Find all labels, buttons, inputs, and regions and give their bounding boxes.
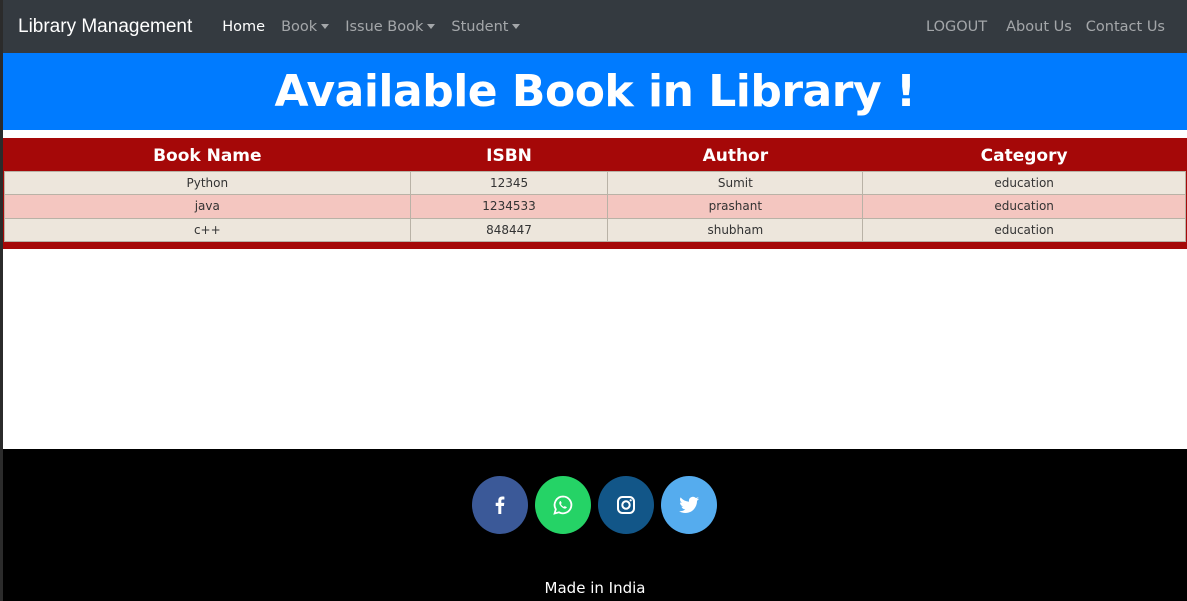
contact-us-link[interactable]: Contact Us bbox=[1079, 19, 1172, 35]
books-table-container: Book Name ISBN Author Category Python 12… bbox=[3, 138, 1187, 249]
whatsapp-button[interactable] bbox=[535, 476, 591, 534]
table-row: Python 12345 Sumit education bbox=[4, 170, 1186, 195]
whatsapp-icon bbox=[553, 495, 573, 515]
header-author: Author bbox=[607, 138, 863, 171]
caret-down-icon bbox=[427, 24, 436, 29]
cell-book-name: java bbox=[4, 194, 411, 219]
cell-author: shubham bbox=[607, 217, 864, 242]
nav-book-dropdown[interactable]: Book bbox=[273, 19, 337, 35]
nav-home[interactable]: Home bbox=[214, 19, 273, 35]
cell-book-name: Python bbox=[4, 170, 411, 195]
nav-book-label: Book bbox=[281, 18, 318, 35]
nav-home-label: Home bbox=[222, 18, 266, 35]
footer: Made in India bbox=[3, 449, 1187, 601]
page: Library Management Home Book Issue Book … bbox=[3, 0, 1187, 601]
nav-student-dropdown[interactable]: Student bbox=[443, 19, 528, 35]
cell-book-name: c++ bbox=[4, 217, 411, 242]
table-header-row: Book Name ISBN Author Category bbox=[4, 138, 1186, 171]
logout-link[interactable]: LOGOUT bbox=[919, 19, 994, 35]
brand-link[interactable]: Library Management bbox=[18, 16, 192, 38]
nav-right: LOGOUT About Us Contact Us bbox=[919, 19, 1172, 35]
nav-left: Home Book Issue Book Student bbox=[214, 19, 528, 35]
cell-author: prashant bbox=[607, 194, 864, 219]
header-isbn: ISBN bbox=[410, 138, 608, 171]
page-banner: Available Book in Library ! bbox=[3, 53, 1187, 130]
page-title: Available Book in Library ! bbox=[274, 66, 916, 117]
made-in-text: Made in India bbox=[544, 579, 646, 597]
instagram-icon bbox=[617, 496, 635, 514]
nav-student-label: Student bbox=[451, 18, 509, 35]
cell-isbn: 1234533 bbox=[409, 194, 609, 219]
books-table: Book Name ISBN Author Category Python 12… bbox=[4, 138, 1186, 242]
cell-category: education bbox=[862, 217, 1186, 242]
cell-isbn: 12345 bbox=[409, 170, 609, 195]
cell-category: education bbox=[862, 170, 1186, 195]
navbar: Library Management Home Book Issue Book … bbox=[3, 0, 1187, 53]
header-book-name: Book Name bbox=[4, 138, 411, 171]
nav-issue-book-dropdown[interactable]: Issue Book bbox=[337, 19, 443, 35]
facebook-button[interactable] bbox=[472, 476, 528, 534]
cell-author: Sumit bbox=[607, 170, 864, 195]
nav-issue-book-label: Issue Book bbox=[345, 18, 424, 35]
instagram-button[interactable] bbox=[598, 476, 654, 534]
caret-down-icon bbox=[512, 24, 521, 29]
cell-category: education bbox=[862, 194, 1186, 219]
table-row: java 1234533 prashant education bbox=[4, 194, 1186, 219]
about-us-link[interactable]: About Us bbox=[999, 19, 1079, 35]
twitter-button[interactable] bbox=[661, 476, 717, 534]
facebook-icon bbox=[495, 496, 505, 514]
header-category: Category bbox=[862, 138, 1186, 171]
caret-down-icon bbox=[321, 24, 330, 29]
twitter-icon bbox=[679, 496, 699, 513]
cell-isbn: 848447 bbox=[409, 217, 609, 242]
social-links bbox=[472, 476, 717, 534]
table-row: c++ 848447 shubham education bbox=[4, 217, 1186, 242]
